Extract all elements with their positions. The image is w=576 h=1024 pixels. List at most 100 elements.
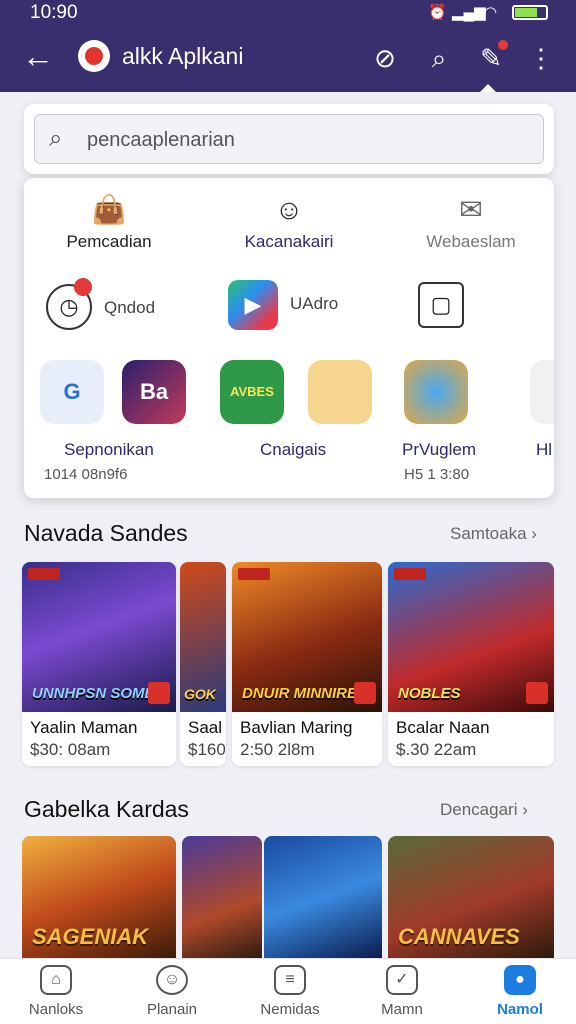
- play-store-icon: ▶: [228, 280, 278, 330]
- app-icon-blocked[interactable]: [308, 360, 372, 424]
- menu-item-label: Webaeslam: [426, 232, 516, 251]
- game-price: $30: 08am: [30, 740, 111, 759]
- alarm-icon: ⏰: [428, 4, 447, 21]
- game-price: $.30 22am: [396, 740, 477, 759]
- status-time: 10:90: [30, 2, 78, 23]
- chat-badge-icon: ✓: [386, 965, 418, 995]
- game-price: $160: [188, 740, 226, 759]
- menu-item-label: Qndod: [104, 298, 156, 317]
- battery-icon: [512, 5, 548, 20]
- wifi-icon: ◠: [484, 4, 498, 21]
- game-card[interactable]: CANNAVES: [388, 836, 554, 960]
- status-bar: 10:90 ⏰ ▂▄▆ ◠: [0, 0, 576, 26]
- chat-icon: ☺: [274, 194, 304, 225]
- nav-label: Mamn: [381, 1001, 423, 1018]
- nav-label: Namol: [497, 1001, 543, 1018]
- search-input[interactable]: [87, 125, 527, 155]
- thumb-tag: [238, 568, 270, 580]
- nav-item-nanloks[interactable]: ⌂ Nanloks: [6, 965, 106, 1018]
- section-title: Navada Sandes: [24, 520, 188, 546]
- compass-icon[interactable]: ⊘: [368, 41, 402, 75]
- thumb-title: DNUIR MINNIRE: [242, 685, 357, 702]
- app-icon-cnaigais[interactable]: AVBES: [220, 360, 284, 424]
- app-icon-row: G Ba AVBES: [24, 360, 554, 430]
- game-thumbnail: UNNHPSN SOMES: [22, 562, 176, 712]
- home-icon: ⌂: [40, 965, 72, 995]
- app-bar: ← alkk Aplkani ⊘ ⌕ ✎ ⋮: [0, 26, 576, 92]
- nav-item-planain[interactable]: ☺ Planain: [122, 965, 222, 1018]
- app-logo: [78, 40, 110, 72]
- thumb-title: UNNHPSN SOMES: [32, 685, 165, 702]
- shopping-bag-icon: 👜: [91, 194, 127, 225]
- nav-item-namol[interactable]: ● Namol: [470, 965, 570, 1018]
- signal-icon: ▂▄▆: [452, 4, 486, 21]
- section-title: Gabelka Kardas: [24, 796, 189, 822]
- thumb-title: NOBLES: [398, 685, 461, 702]
- app-name: Sepnonikan: [64, 440, 154, 459]
- game-card[interactable]: [264, 836, 382, 960]
- app-name: PrVuglem: [402, 440, 477, 459]
- game-card[interactable]: SAGENIAK: [22, 836, 176, 960]
- see-more-link[interactable]: Dencagari ›: [440, 800, 528, 820]
- nav-item-mamn[interactable]: ✓ Mamn: [352, 965, 452, 1018]
- game-name: Saal: [188, 718, 223, 737]
- back-arrow-icon[interactable]: ←: [22, 38, 54, 74]
- nav-label: Nemidas: [260, 1001, 320, 1018]
- face-icon: ☺: [156, 965, 188, 995]
- game-name: Bavlian Maring: [240, 718, 353, 737]
- app-icon-partial[interactable]: [530, 360, 554, 424]
- dropdown-pointer: [480, 84, 496, 92]
- see-more-label: Samtoaka: [450, 524, 527, 543]
- game-thumbnail: NOBLES: [388, 562, 554, 712]
- thumb-tag: [28, 568, 60, 580]
- nav-label: Nanloks: [28, 1001, 84, 1018]
- dropdown-menu: 👜 Pemcadian ☺ Kacanakairi ✉ Webaeslam ◷ …: [24, 178, 554, 498]
- notification-badge: [498, 40, 508, 50]
- message-icon: ≡: [274, 965, 306, 995]
- profile-icon: ●: [504, 965, 536, 995]
- bottom-navigation: ⌂ Nanloks ☺ Planain ≡ Nemidas ✓ Mamn ● N…: [0, 958, 576, 1024]
- more-vert-icon[interactable]: ⋮: [524, 41, 558, 75]
- search-icon[interactable]: ⌕: [422, 41, 456, 75]
- search-field-icon: ⌕: [49, 125, 63, 152]
- thumb-badge: [526, 682, 548, 704]
- thumb-tag: [394, 568, 426, 580]
- game-name: Bcalar Naan: [396, 718, 490, 737]
- game-thumbnail: DNUIR MINNIRE: [232, 562, 382, 712]
- app-icon-pruvuglem[interactable]: [404, 360, 468, 424]
- thumb-badge: [148, 682, 170, 704]
- box-icon: ▢: [418, 282, 464, 328]
- game-card[interactable]: NOBLES Bcalar Naan $.30 22am: [388, 562, 554, 766]
- menu-item-label: Pemcadian: [66, 232, 152, 251]
- thumb-title: GOK: [184, 686, 216, 702]
- app-icon-ba[interactable]: Ba: [122, 360, 186, 424]
- menu-item-kacanakairi[interactable]: ☺ Kacanakairi: [224, 194, 354, 252]
- game-card[interactable]: [182, 836, 262, 960]
- app-icon-sepnonikan[interactable]: G: [40, 360, 104, 424]
- game-card[interactable]: DNUIR MINNIRE Bavlian Maring 2:50 2l8m: [232, 562, 382, 766]
- nav-label: Planain: [146, 1001, 198, 1018]
- thumb-badge: [354, 682, 376, 704]
- game-card[interactable]: GOK Saal $160: [180, 562, 226, 766]
- thumb-title: CANNAVES: [398, 924, 520, 949]
- menu-item-webaeslam[interactable]: ✉ Webaeslam: [416, 194, 526, 252]
- app-size: H5 1 3:80: [404, 466, 470, 483]
- app-name: Cnaigais: [260, 440, 327, 459]
- app-name: Hl: [536, 440, 553, 459]
- mail-icon: ✉: [459, 194, 483, 225]
- game-thumbnail: GOK: [180, 562, 226, 712]
- app-size: 1014 08n9f6: [44, 466, 128, 483]
- game-price: 2:50 2l8m: [240, 740, 315, 759]
- nav-item-nemidas[interactable]: ≡ Nemidas: [240, 965, 340, 1018]
- game-name: Yaalin Maman: [30, 718, 138, 737]
- see-more-label: Dencagari: [440, 800, 518, 819]
- menu-item-label: UAdro: [290, 294, 339, 313]
- menu-item-pemcadian[interactable]: 👜 Pemcadian: [54, 194, 164, 252]
- alert-badge: [74, 278, 92, 296]
- app-title: alkk Aplkani: [122, 43, 244, 69]
- game-card[interactable]: UNNHPSN SOMES Yaalin Maman $30: 08am: [22, 562, 176, 766]
- thumb-title: SAGENIAK: [32, 924, 149, 949]
- see-more-link[interactable]: Samtoaka ›: [450, 524, 537, 544]
- menu-item-label: Kacanakairi: [244, 232, 334, 251]
- search-box[interactable]: ⌕: [34, 114, 544, 164]
